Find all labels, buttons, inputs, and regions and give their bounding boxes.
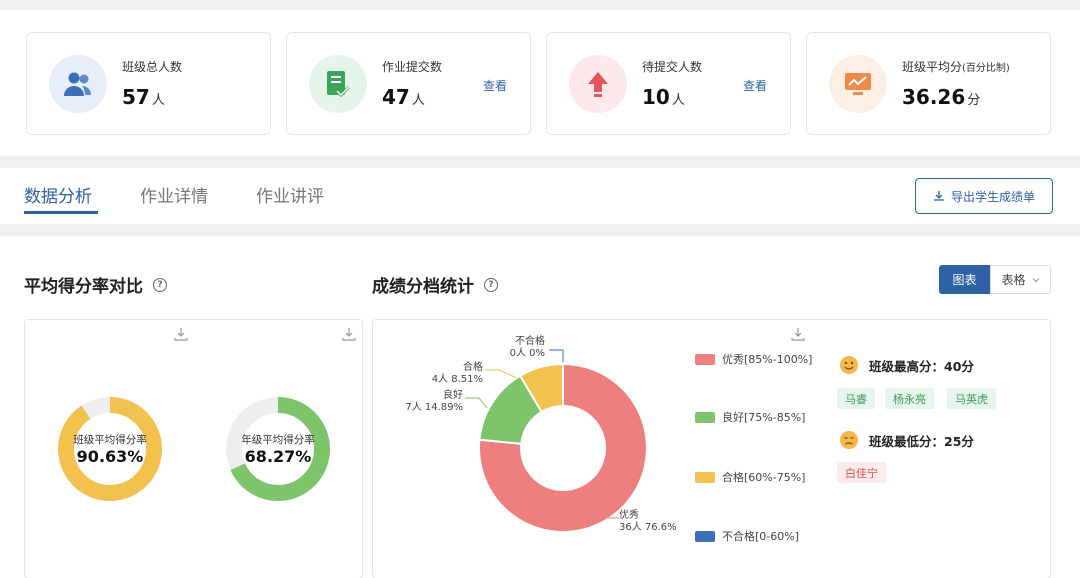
stat-value: 47 人 [382,85,425,109]
toggle-table-button[interactable]: 表格 [990,265,1051,294]
legend-label: 优秀[85%-100%] [722,353,813,366]
legend-item[interactable]: 合格[60%-75%] [695,469,805,485]
stat-label: 班级平均分(百分比制) [902,60,1010,74]
legend-item[interactable]: 良好[75%-85%] [695,409,805,425]
pie-leader-line [465,397,488,409]
toggle-chart-button[interactable]: 图表 [939,265,990,294]
toggle-table-label: 表格 [1001,273,1026,287]
pie-data-label: 合格 4人 8.51% [403,362,483,386]
highest-score-row: 班级最高分：40分 [839,355,974,375]
content-area: 平均得分率对比 ? 成绩分档统计 ? 图表 表格 班级平均得分率 90.63% … [0,236,1080,578]
export-label: 导出学生成绩单 [950,189,1035,204]
stat-card-submissions: 作业提交数 47 人 查看 [286,32,531,135]
legend-label: 不合格[0-60%] [722,530,799,543]
pie-leader-line [549,349,564,362]
grade-band-panel: 优秀 36人 76.6% 良好 7人 14.89% 合格 4人 8.51% 不合格 0人 0%… [372,319,1051,578]
download-icon [933,191,944,201]
average-rate-panel: 班级平均得分率 90.63% 年级平均得分率 68.27% [24,319,363,578]
sad-face-icon [840,431,858,449]
tabs-bar: 数据分析 作业详情 作业讲评 导出学生成绩单 [0,168,1080,224]
export-scores-button[interactable]: 导出学生成绩单 [915,178,1053,214]
legend-swatch [695,471,715,483]
download-icon[interactable] [173,326,189,342]
pie-leader-line [485,369,518,379]
help-icon[interactable]: ? [484,277,498,292]
legend-swatch [695,353,715,365]
smile-face-icon [840,356,858,374]
stat-value: 57 人 [122,85,165,109]
legend-swatch [695,411,715,423]
document-check-icon [309,55,367,113]
stat-value: 36.26 分 [902,85,981,109]
student-tag[interactable]: 杨永亮 [885,388,934,409]
pie-label-value: 36人 76.6% [619,522,677,533]
tab-homework-details[interactable]: 作业详情 [140,182,208,207]
pie-label-value: 4人 8.51% [431,374,483,385]
chevron-down-icon [1032,277,1039,282]
section-title-text: 成绩分档统计 [372,277,474,297]
donut-label: 班级平均得分率 [73,434,147,446]
lowest-score-row: 班级最低分：25分 [839,430,974,450]
donut-value: 90.63% [76,447,144,466]
view-pending-link[interactable]: 查看 [743,77,767,94]
tab-data-analysis[interactable]: 数据分析 [24,182,92,207]
stats-bar: 班级总人数 57 人 作业提交数 47 人 查看 待提交人数 10 人 查看 班级平均… [0,10,1080,156]
pie-data-label: 良好 7人 14.89% [383,390,463,414]
student-tag[interactable]: 马英虎 [947,388,996,409]
stat-value: 10 人 [642,85,685,109]
stat-label: 作业提交数 [382,60,443,74]
stat-card-total-students: 班级总人数 57 人 [26,32,271,135]
pie-label-name: 良好 [443,390,463,401]
lowest-score-label: 班级最低分：25分 [869,433,974,449]
pie-data-label: 不合格 0人 0% [465,336,545,360]
section-title-average-rate: 平均得分率对比 ? [24,272,167,297]
pie-label-name: 优秀 [619,510,639,521]
chart-monitor-icon [829,55,887,113]
donut-label: 年级平均得分率 [241,434,315,446]
stat-label: 班级总人数 [122,60,183,74]
legend-item[interactable]: 不合格[0-60%] [695,528,799,544]
pie-label-name: 不合格 [515,336,545,347]
upload-arrow-icon [569,55,627,113]
pie-data-label: 优秀 36人 76.6% [619,510,703,534]
stat-card-average-score: 班级平均分(百分比制) 36.26 分 [806,32,1051,135]
legend-label: 合格[60%-75%] [722,471,806,484]
highest-score-label: 班级最高分：40分 [869,358,974,374]
section-title-grade-bands: 成绩分档统计 ? [372,272,498,297]
tab-homework-review[interactable]: 作业讲评 [256,182,324,207]
users-icon [49,55,107,113]
section-title-text: 平均得分率对比 [24,277,143,297]
help-icon[interactable]: ? [153,277,167,292]
pie-label-value: 7人 14.89% [405,402,463,413]
stat-label: 待提交人数 [642,60,703,74]
student-tag[interactable]: 白佳宁 [837,462,886,483]
download-icon[interactable] [341,326,357,342]
legend-item[interactable]: 优秀[85%-100%] [695,351,812,367]
pie-label-name: 合格 [463,362,483,373]
view-submissions-link[interactable]: 查看 [483,77,507,94]
active-tab-indicator [24,211,98,214]
pie-label-value: 0人 0% [509,348,545,359]
donut-value: 68.27% [244,447,312,466]
legend-label: 良好[75%-85%] [722,411,806,424]
student-tag[interactable]: 马睿 [837,388,875,409]
legend-swatch [695,530,715,542]
stat-card-pending: 待提交人数 10 人 查看 [546,32,791,135]
download-icon[interactable] [790,326,806,342]
